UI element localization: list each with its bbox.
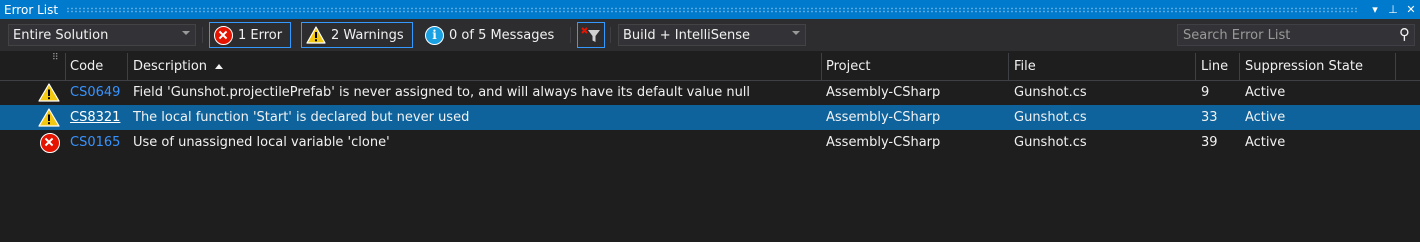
toolbar: Entire Solution 1 Error 2 Warnings i 0 o… xyxy=(0,19,1420,51)
error-description: Use of unassigned local variable 'clone' xyxy=(133,135,390,150)
column-options-icon[interactable]: ⠿ xyxy=(52,45,59,72)
error-line: 33 xyxy=(1201,110,1218,125)
error-project: Assembly-CSharp xyxy=(826,135,941,150)
column-header-suppression-state[interactable]: Suppression State xyxy=(1245,53,1363,80)
chevron-down-icon xyxy=(792,31,800,35)
filter-clear-icon xyxy=(581,27,600,42)
error-project: Assembly-CSharp xyxy=(826,85,941,100)
error-suppression-state: Active xyxy=(1245,110,1286,125)
error-line: 39 xyxy=(1201,135,1218,150)
column-header-description-label: Description xyxy=(133,59,208,74)
table-row[interactable]: CS0649 Field 'Gunshot.projectilePrefab' … xyxy=(0,80,1420,105)
error-code-link[interactable]: CS0649 xyxy=(70,80,120,105)
error-description: The local function 'Start' is declared b… xyxy=(133,110,470,125)
error-file: Gunshot.cs xyxy=(1014,110,1087,125)
column-divider xyxy=(127,53,128,80)
error-file: Gunshot.cs xyxy=(1014,135,1087,150)
build-source-dropdown[interactable]: Build + IntelliSense xyxy=(618,24,806,46)
search-icon[interactable]: ⚲ xyxy=(1399,25,1410,43)
search-box[interactable]: Search Error List ⚲ xyxy=(1177,24,1415,46)
warning-icon xyxy=(306,26,326,44)
info-icon: i xyxy=(425,25,444,45)
errors-filter-button[interactable]: 1 Error xyxy=(209,22,291,48)
column-header-description[interactable]: Description xyxy=(133,53,224,80)
column-divider xyxy=(821,53,822,80)
toolbar-divider xyxy=(610,27,611,43)
errors-filter-label: 1 Error xyxy=(238,27,283,43)
error-code-link[interactable]: CS0165 xyxy=(70,130,120,155)
drag-grip[interactable] xyxy=(66,6,1358,13)
column-header-code[interactable]: Code xyxy=(70,53,103,80)
title-bar: Error List ▾ ⊥ ✕ xyxy=(0,0,1420,19)
warnings-filter-label: 2 Warnings xyxy=(331,27,404,43)
error-suppression-state: Active xyxy=(1245,85,1286,100)
chevron-down-icon xyxy=(182,31,190,35)
error-code-link[interactable]: CS8321 xyxy=(70,105,120,130)
messages-filter-button[interactable]: i 0 of 5 Messages xyxy=(421,22,566,48)
scope-dropdown[interactable]: Entire Solution xyxy=(8,24,196,46)
column-divider xyxy=(1239,53,1240,80)
error-project: Assembly-CSharp xyxy=(826,110,941,125)
build-source-value: Build + IntelliSense xyxy=(623,27,751,43)
table-row[interactable]: CS0165 Use of unassigned local variable … xyxy=(0,130,1420,155)
scope-dropdown-value: Entire Solution xyxy=(13,27,109,43)
error-icon xyxy=(40,133,60,158)
table-row-selected[interactable]: CS8321 The local function 'Start' is dec… xyxy=(0,105,1420,130)
error-description: Field 'Gunshot.projectilePrefab' is neve… xyxy=(133,85,751,100)
close-icon[interactable]: ✕ xyxy=(1402,3,1420,16)
column-divider xyxy=(1195,53,1196,80)
error-file: Gunshot.cs xyxy=(1014,85,1087,100)
error-line: 9 xyxy=(1201,85,1210,100)
column-divider xyxy=(65,53,66,80)
column-header-row: ⠿ Code Description Project File Line Sup… xyxy=(0,53,1420,81)
error-list-grid: ⠿ Code Description Project File Line Sup… xyxy=(0,53,1420,153)
column-header-project[interactable]: Project xyxy=(826,53,870,80)
window-menu-dropdown-icon[interactable]: ▾ xyxy=(1366,3,1384,16)
pin-icon[interactable]: ⊥ xyxy=(1384,3,1402,16)
error-suppression-state: Active xyxy=(1245,135,1286,150)
column-header-file[interactable]: File xyxy=(1014,53,1036,80)
messages-filter-label: 0 of 5 Messages xyxy=(449,27,555,43)
warnings-filter-button[interactable]: 2 Warnings xyxy=(301,22,413,48)
column-divider xyxy=(1008,53,1009,80)
window-title: Error List xyxy=(4,2,59,17)
column-divider xyxy=(1395,53,1396,80)
clear-filter-button[interactable] xyxy=(577,22,605,48)
toolbar-divider xyxy=(202,27,203,43)
error-icon xyxy=(214,25,233,45)
toolbar-divider xyxy=(570,27,571,43)
column-header-line[interactable]: Line xyxy=(1201,53,1228,80)
sort-ascending-icon xyxy=(215,64,224,69)
search-input[interactable]: Search Error List xyxy=(1183,28,1290,43)
